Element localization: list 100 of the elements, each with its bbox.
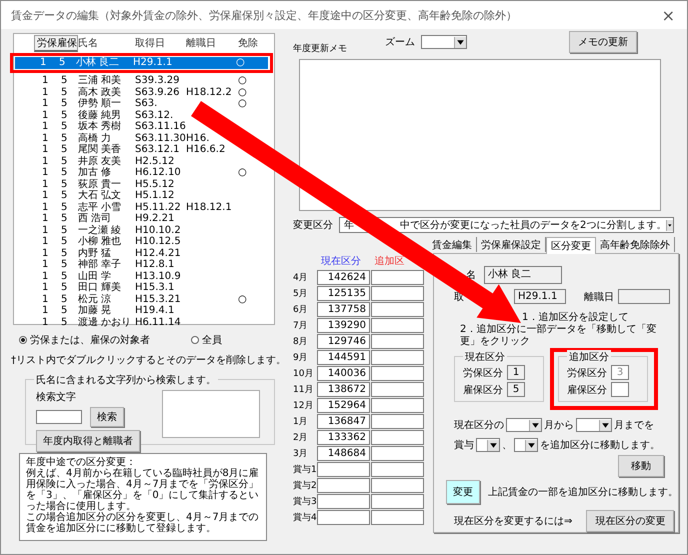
wage-field[interactable] <box>371 302 424 316</box>
bonus-select[interactable] <box>514 438 538 452</box>
list-cell-text: 5 <box>61 121 68 132</box>
wage-field[interactable] <box>317 494 370 508</box>
wage-field[interactable]: 148684 <box>317 446 370 460</box>
wage-field[interactable]: 152964 <box>317 398 370 412</box>
caret-icon <box>525 440 537 450</box>
list-cell-text: H2.5.12 <box>135 156 176 167</box>
list-cell-text: 5 <box>61 305 68 316</box>
column-header: 現在区分 <box>320 255 362 268</box>
wage-field[interactable]: 139290 <box>317 318 370 332</box>
list-cell-text: H6.11.14 <box>135 316 182 328</box>
wage-field[interactable] <box>371 478 424 492</box>
wage-field[interactable] <box>371 462 424 476</box>
filter-radio[interactable]: 労保または、雇保の対象者 <box>19 333 191 347</box>
wage-field[interactable]: 133362 <box>317 430 370 444</box>
wage-field[interactable]: 129746 <box>317 334 370 348</box>
close-button[interactable]: × <box>658 6 679 24</box>
list-cell-text: H10.12.5 <box>135 236 182 248</box>
current-note: 現在区分を変更するには⇒ <box>454 514 572 528</box>
list-cell-text: 山田 学 <box>78 270 112 282</box>
wage-field[interactable] <box>371 494 424 508</box>
memo-update-button[interactable]: メモの更新 <box>569 31 637 53</box>
list-cell-text: 5 <box>61 213 68 224</box>
list-cell-text: 後藤 純男 <box>78 110 122 121</box>
wage-field[interactable] <box>317 462 370 476</box>
wage-field[interactable] <box>317 510 370 524</box>
wage-field[interactable]: 142624 <box>317 270 370 284</box>
memo-field[interactable] <box>299 59 661 211</box>
caret-icon <box>666 220 673 230</box>
list-cell-text: H15.3.1 <box>135 282 176 294</box>
wage-field[interactable] <box>371 270 424 284</box>
bonus-select[interactable] <box>476 438 500 452</box>
list-cell-text: 1 <box>42 213 50 224</box>
search-field[interactable] <box>36 410 82 424</box>
list-cell-text: S63.12. <box>135 110 174 121</box>
wage-field[interactable]: 144591 <box>317 350 370 364</box>
list-cell-text: H5.1.12 <box>135 190 176 202</box>
wage-field[interactable] <box>371 414 424 428</box>
range-label: 現在区分の <box>454 419 504 432</box>
change-button[interactable]: 変更 <box>446 480 480 504</box>
wage-field[interactable]: 138672 <box>317 382 370 396</box>
month-label: 3月 <box>293 448 309 460</box>
wage-field[interactable] <box>371 446 424 460</box>
labor-field[interactable]: 1 <box>507 365 525 380</box>
current-change-button[interactable]: 現在区分の変更 <box>586 510 674 532</box>
labor-field[interactable]: 3 <box>611 365 629 380</box>
month-select[interactable] <box>576 418 612 432</box>
filter-radio[interactable]: 全員 <box>191 333 222 347</box>
wage-field[interactable] <box>371 350 424 364</box>
list-cell-text: 1 <box>42 282 50 294</box>
result-list[interactable] <box>162 390 260 438</box>
change-type-select[interactable]: 年 中で区分が変更になった社員のデータを2つに分割します。 <box>339 217 674 233</box>
wage-field[interactable] <box>371 430 424 444</box>
resigned-field[interactable] <box>618 289 670 304</box>
list-cell-text: 西 浩司 <box>78 213 112 224</box>
month-label: 2月 <box>293 432 309 444</box>
wage-field[interactable]: 140036 <box>317 366 370 380</box>
search-button[interactable]: 検索 <box>90 407 124 427</box>
wage-field[interactable] <box>371 318 424 332</box>
range-label: 月までを <box>614 419 654 432</box>
wage-field[interactable] <box>371 382 424 396</box>
zoom-select[interactable] <box>421 35 467 49</box>
bonus-label: 賞与 <box>454 438 474 452</box>
month-label: 賞与4 <box>293 512 317 524</box>
acquired-resigned-button[interactable]: 年度内取得と離職者 <box>36 430 140 452</box>
wage-field[interactable] <box>371 334 424 348</box>
tab[interactable]: 区分変更 <box>546 237 596 254</box>
name-label: 名 <box>466 269 476 282</box>
list-cell-text: 1 <box>42 86 50 98</box>
month-label: 11月 <box>293 384 314 396</box>
radio-icon[interactable] <box>191 336 199 344</box>
radio-icon[interactable] <box>19 336 27 344</box>
list-cell-text: 1 <box>42 294 50 305</box>
wage-field[interactable] <box>371 286 424 300</box>
list-cell-text: 5 <box>61 178 68 190</box>
list-cell-text: 5 <box>61 202 68 213</box>
month-label: 5月 <box>293 288 309 300</box>
list-cell-text: 1 <box>42 202 50 213</box>
month-label: 賞与1 <box>293 464 317 476</box>
name-field[interactable]: 小林 良二 <box>484 266 562 284</box>
month-select[interactable] <box>506 418 542 432</box>
list-cell-text: H12.8.1 <box>135 259 176 270</box>
wage-field[interactable] <box>317 478 370 492</box>
memo-label: 年度更新メモ <box>293 42 348 55</box>
employment-field[interactable] <box>611 382 629 397</box>
list-cell-text: ○ <box>238 167 248 178</box>
list-tab[interactable]: 労保雇保 <box>34 35 78 52</box>
caret-icon <box>487 440 499 450</box>
wage-field[interactable] <box>371 398 424 412</box>
wage-field[interactable] <box>371 510 424 524</box>
acquired-field[interactable]: H29.1.1 <box>514 289 566 304</box>
wage-field[interactable]: 137758 <box>317 302 370 316</box>
wage-field[interactable] <box>371 366 424 380</box>
list-cell-text: 1 <box>42 248 50 259</box>
move-button[interactable]: 移動 <box>618 455 664 477</box>
change-note: 上記賃金の一部を追加区分に移動します。 <box>488 486 678 499</box>
employment-field[interactable]: 5 <box>507 382 525 397</box>
wage-field[interactable]: 136847 <box>317 414 370 428</box>
wage-field[interactable]: 125135 <box>317 286 370 300</box>
